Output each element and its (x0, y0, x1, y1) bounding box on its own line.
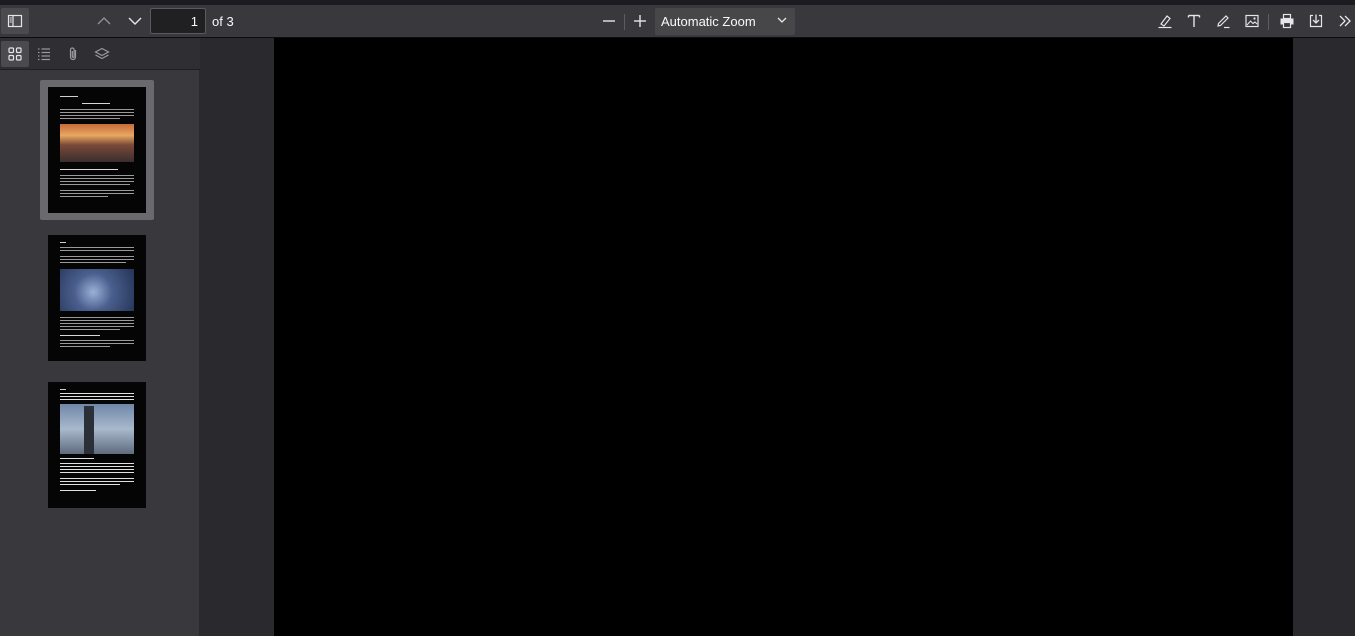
thumbnail-image (48, 87, 146, 213)
next-page-button[interactable] (121, 8, 149, 34)
highlighter-icon (1158, 15, 1172, 29)
sidebar-toggle-icon (7, 14, 23, 28)
previous-page-button[interactable] (90, 8, 118, 34)
zoom-select-label: Automatic Zoom (661, 14, 756, 29)
toolbar-separator (624, 14, 625, 30)
double-chevron-right-icon (1339, 15, 1351, 27)
tab-layers[interactable] (88, 41, 116, 67)
page-count-label: of 3 (212, 14, 234, 29)
page-thumbnail-2[interactable] (40, 228, 154, 368)
chevron-down-icon (128, 17, 142, 25)
page-thumbnail-1[interactable] (40, 80, 154, 220)
sidebar-tabs (0, 38, 200, 70)
highlight-button[interactable] (1151, 8, 1179, 34)
page-number-input[interactable] (150, 8, 206, 34)
plus-icon (634, 15, 646, 27)
pdf-toolbar: of 3 Automatic Zoom (0, 5, 1355, 38)
chevron-up-icon (97, 17, 111, 25)
save-button[interactable] (1302, 8, 1330, 34)
draw-button[interactable] (1209, 8, 1237, 34)
sidebar-toggle-button[interactable] (1, 8, 29, 34)
pdf-page-1 (274, 38, 1293, 636)
zoom-in-button[interactable] (626, 8, 654, 34)
pen-icon (1217, 15, 1230, 29)
thumbnail-image (48, 235, 146, 361)
toolbar-separator (1268, 14, 1269, 30)
image-icon (1245, 14, 1259, 28)
thumbnail-image (48, 382, 146, 508)
page-thumbnail-3[interactable] (40, 375, 154, 515)
layers-icon (94, 47, 110, 60)
list-icon (38, 48, 50, 61)
document-viewer[interactable] (201, 38, 1355, 636)
zoom-out-button[interactable] (595, 8, 623, 34)
chevron-down-icon (777, 17, 787, 23)
print-button[interactable] (1273, 8, 1301, 34)
tab-outline[interactable] (30, 41, 58, 67)
add-image-button[interactable] (1238, 8, 1266, 34)
sidebar (0, 38, 200, 636)
text-button[interactable] (1180, 8, 1208, 34)
paperclip-icon (69, 47, 77, 61)
text-icon (1187, 14, 1201, 27)
thumbnails-grid-icon (8, 47, 22, 61)
download-icon (1309, 14, 1323, 28)
tab-thumbnails[interactable] (1, 41, 29, 67)
printer-icon (1280, 13, 1294, 29)
minus-icon (603, 20, 615, 22)
more-tools-button[interactable] (1334, 8, 1355, 34)
zoom-select[interactable]: Automatic Zoom (655, 8, 795, 35)
tab-attachments[interactable] (59, 41, 87, 67)
